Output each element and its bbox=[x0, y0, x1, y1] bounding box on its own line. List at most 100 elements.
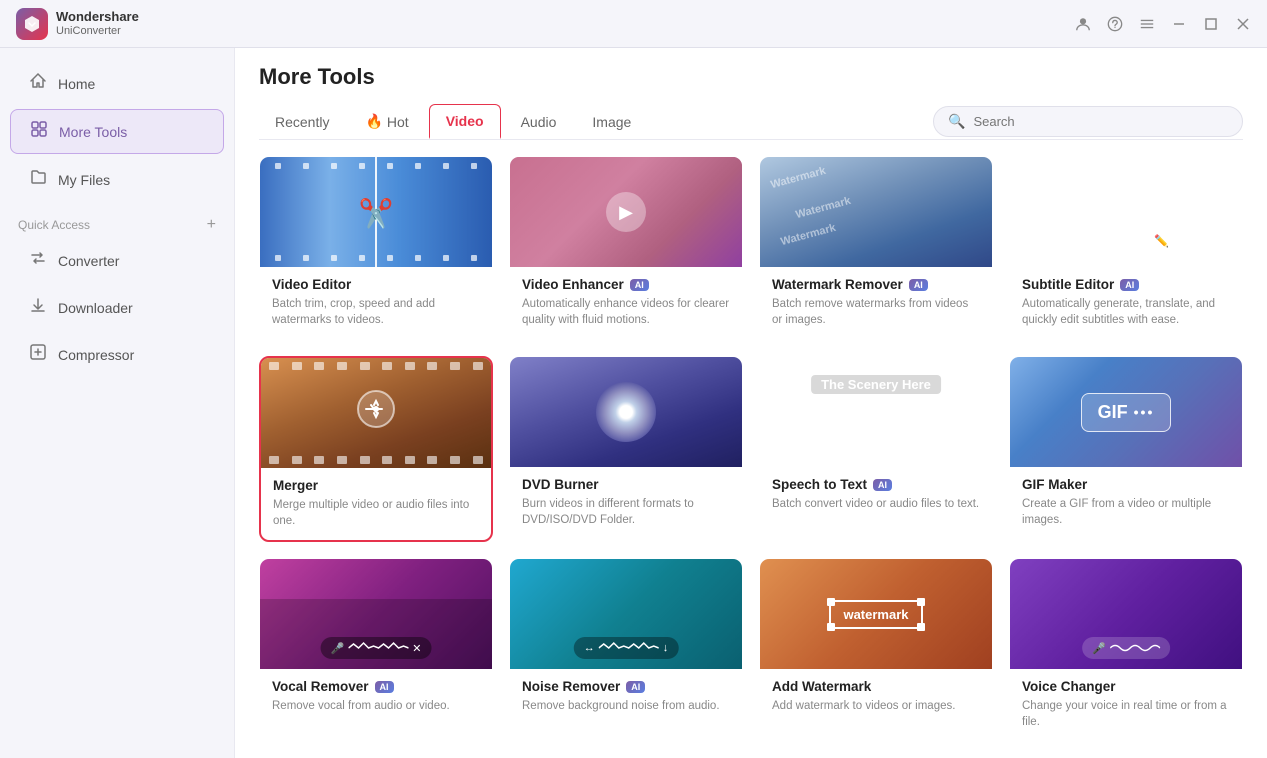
content-area: More Tools Recently 🔥 Hot Video Audio Im bbox=[235, 48, 1267, 758]
search-input[interactable] bbox=[973, 114, 1228, 129]
tool-info-watermark-remover: Watermark RemoverAI Batch remove waterma… bbox=[760, 267, 992, 340]
help-button[interactable] bbox=[1107, 16, 1123, 32]
ai-badge: AI bbox=[630, 279, 649, 291]
close-button[interactable] bbox=[1235, 16, 1251, 32]
tool-card-watermark-remover[interactable]: Watermark Watermark Watermark Watermark … bbox=[759, 156, 993, 340]
tool-thumb-video-editor: ✂️ bbox=[260, 157, 492, 267]
logo-icon bbox=[16, 8, 48, 40]
titlebar: Wondershare UniConverter bbox=[0, 0, 1267, 48]
tool-name-speech-to-text: Speech to TextAI bbox=[772, 477, 980, 492]
ai-badge: AI bbox=[626, 681, 645, 693]
tool-card-add-watermark[interactable]: watermark Add Watermark Add watermark to… bbox=[759, 558, 993, 742]
tool-info-video-enhancer: Video EnhancerAI Automatically enhance v… bbox=[510, 267, 742, 340]
quick-access-header: Quick Access + bbox=[0, 209, 234, 237]
ai-badge: AI bbox=[1120, 279, 1139, 291]
maximize-button[interactable] bbox=[1203, 16, 1219, 32]
sidebar-item-converter-label: Converter bbox=[58, 253, 119, 269]
tab-image[interactable]: Image bbox=[576, 106, 647, 138]
tab-video[interactable]: Video bbox=[429, 104, 501, 139]
tool-info-dvd-burner: DVD Burner Burn videos in different form… bbox=[510, 467, 742, 540]
tool-info-add-watermark: Add Watermark Add watermark to videos or… bbox=[760, 669, 992, 726]
tool-thumb-add-watermark: watermark bbox=[760, 559, 992, 669]
app-brand: Wondershare bbox=[56, 9, 139, 24]
sidebar-item-compressor-label: Compressor bbox=[58, 347, 134, 363]
quick-access-label: Quick Access bbox=[18, 218, 90, 232]
sidebar-item-downloader[interactable]: Downloader bbox=[10, 286, 224, 329]
tool-card-vocal-remover[interactable]: 🎤 ✕ Vocal RemoverAI Remove vocal from au… bbox=[259, 558, 493, 742]
tool-thumb-speech-to-text: The Scenery Here bbox=[760, 357, 992, 467]
quick-access-add-button[interactable]: + bbox=[207, 217, 216, 233]
downloader-icon bbox=[28, 296, 48, 319]
tab-recently-label: Recently bbox=[275, 114, 329, 130]
tool-thumb-voice-changer: 🎤 bbox=[1010, 559, 1242, 669]
sidebar-item-home-label: Home bbox=[58, 76, 95, 92]
ai-badge: AI bbox=[909, 279, 928, 291]
tool-thumb-subtitle-editor: TextTextText ✏️ bbox=[1010, 157, 1242, 267]
tool-desc-voice-changer: Change your voice in real time or from a… bbox=[1022, 698, 1230, 730]
tab-image-label: Image bbox=[592, 114, 631, 130]
sidebar-item-home[interactable]: Home bbox=[10, 62, 224, 105]
tool-thumb-dvd-burner bbox=[510, 357, 742, 467]
tool-card-video-enhancer[interactable]: ▶ Video EnhancerAI Automatically enhance… bbox=[509, 156, 743, 340]
sidebar-item-compressor[interactable]: Compressor bbox=[10, 333, 224, 376]
search-icon: 🔍 bbox=[948, 113, 965, 130]
tab-audio-label: Audio bbox=[521, 114, 557, 130]
tool-info-noise-remover: Noise RemoverAI Remove background noise … bbox=[510, 669, 742, 726]
tool-desc-video-enhancer: Automatically enhance videos for clearer… bbox=[522, 296, 730, 328]
tool-name-add-watermark: Add Watermark bbox=[772, 679, 980, 694]
tool-card-video-editor[interactable]: ✂️ Video Editor Batch trim, crop, speed … bbox=[259, 156, 493, 340]
tool-info-voice-changer: Voice Changer Change your voice in real … bbox=[1010, 669, 1242, 742]
tool-name-vocal-remover: Vocal RemoverAI bbox=[272, 679, 480, 694]
tool-desc-speech-to-text: Batch convert video or audio files to te… bbox=[772, 496, 980, 512]
sidebar-item-my-files[interactable]: My Files bbox=[10, 158, 224, 201]
tool-desc-subtitle-editor: Automatically generate, translate, and q… bbox=[1022, 296, 1230, 328]
sidebar-item-more-tools-label: More Tools bbox=[59, 124, 127, 140]
compressor-icon bbox=[28, 343, 48, 366]
sidebar: Home More Tools My Files Quick bbox=[0, 48, 235, 758]
tabs-row: Recently 🔥 Hot Video Audio Image 🔍 bbox=[259, 104, 1243, 139]
menu-button[interactable] bbox=[1139, 16, 1155, 32]
tool-info-speech-to-text: Speech to TextAI Batch convert video or … bbox=[760, 467, 992, 524]
ai-badge: AI bbox=[375, 681, 394, 693]
tool-info-gif-maker: GIF Maker Create a GIF from a video or m… bbox=[1010, 467, 1242, 540]
search-box[interactable]: 🔍 bbox=[933, 106, 1243, 137]
tool-card-speech-to-text[interactable]: The Scenery Here Speech to TextAI Batch … bbox=[759, 356, 993, 542]
converter-icon bbox=[28, 249, 48, 272]
tool-info-video-editor: Video Editor Batch trim, crop, speed and… bbox=[260, 267, 492, 340]
sidebar-item-more-tools[interactable]: More Tools bbox=[10, 109, 224, 154]
tool-thumb-video-enhancer: ▶ bbox=[510, 157, 742, 267]
page-title: More Tools bbox=[259, 64, 1243, 90]
tool-card-dvd-burner[interactable]: DVD Burner Burn videos in different form… bbox=[509, 356, 743, 542]
tool-card-noise-remover[interactable]: ↔ ↓ Noise RemoverAI Remove background no… bbox=[509, 558, 743, 742]
minimize-button[interactable] bbox=[1171, 16, 1187, 32]
tool-card-gif-maker[interactable]: GIF••• GIF Maker Create a GIF from a vid… bbox=[1009, 356, 1243, 542]
sidebar-item-my-files-label: My Files bbox=[58, 172, 110, 188]
tool-card-subtitle-editor[interactable]: TextTextText ✏️ Subtitle EditorAI Automa… bbox=[1009, 156, 1243, 340]
app-logo: Wondershare UniConverter bbox=[16, 8, 139, 40]
my-files-icon bbox=[28, 168, 48, 191]
tool-desc-merger: Merge multiple video or audio files into… bbox=[273, 497, 479, 529]
main-layout: Home More Tools My Files Quick bbox=[0, 48, 1267, 758]
tool-card-merger[interactable]: Merger Merge multiple video or audio fil… bbox=[259, 356, 493, 542]
tool-name-merger: Merger bbox=[273, 478, 479, 493]
tool-card-voice-changer[interactable]: 🎤 Voice Changer Change your voice in rea… bbox=[1009, 558, 1243, 742]
tool-thumb-vocal-remover: 🎤 ✕ bbox=[260, 559, 492, 669]
tool-info-merger: Merger Merge multiple video or audio fil… bbox=[261, 468, 491, 541]
sidebar-item-converter[interactable]: Converter bbox=[10, 239, 224, 282]
tool-desc-watermark-remover: Batch remove watermarks from videos or i… bbox=[772, 296, 980, 328]
fire-icon: 🔥 bbox=[365, 113, 382, 130]
tool-desc-video-editor: Batch trim, crop, speed and add watermar… bbox=[272, 296, 480, 328]
tab-recently[interactable]: Recently bbox=[259, 106, 345, 138]
tab-audio[interactable]: Audio bbox=[505, 106, 573, 138]
tool-name-video-editor: Video Editor bbox=[272, 277, 480, 292]
tool-thumb-merger bbox=[261, 358, 491, 468]
sidebar-item-downloader-label: Downloader bbox=[58, 300, 133, 316]
tab-hot-label: Hot bbox=[387, 114, 409, 130]
profile-button[interactable] bbox=[1075, 16, 1091, 32]
tab-hot[interactable]: 🔥 Hot bbox=[349, 105, 424, 138]
tool-name-noise-remover: Noise RemoverAI bbox=[522, 679, 730, 694]
tool-name-watermark-remover: Watermark RemoverAI bbox=[772, 277, 980, 292]
tool-thumb-noise-remover: ↔ ↓ bbox=[510, 559, 742, 669]
ai-badge: AI bbox=[873, 479, 892, 491]
tool-desc-gif-maker: Create a GIF from a video or multiple im… bbox=[1022, 496, 1230, 528]
